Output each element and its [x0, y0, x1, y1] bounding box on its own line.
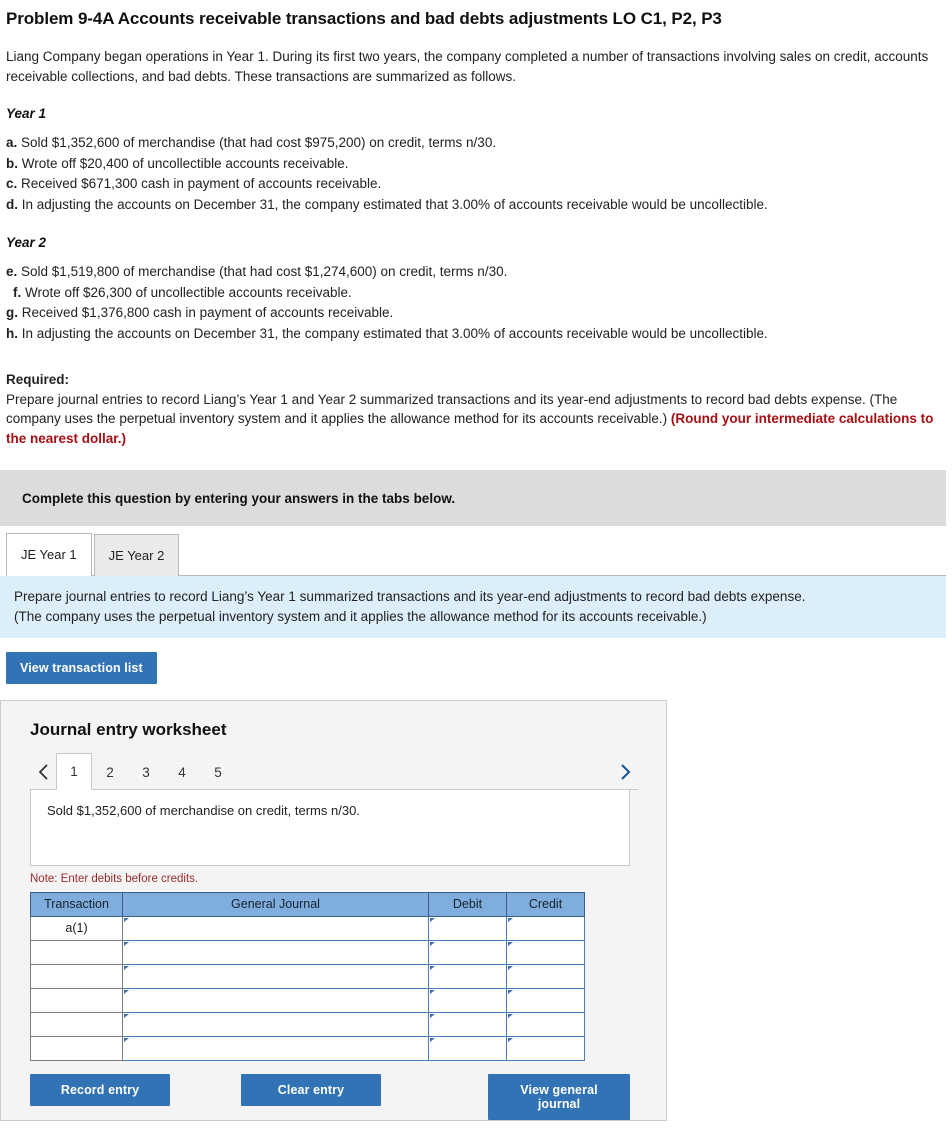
transaction-text-g: Received $1,376,800 cash in payment of a…: [21, 305, 394, 321]
transaction-item-d: d. In adjusting the accounts on December…: [6, 195, 946, 216]
cell-credit-6[interactable]: [506, 1035, 585, 1061]
transaction-item-h: h. In adjusting the accounts on December…: [6, 324, 946, 345]
transaction-label-h: h.: [6, 325, 18, 341]
required-section: Required: Prepare journal entries to rec…: [0, 344, 952, 448]
column-header-general-journal: General Journal: [122, 891, 429, 917]
clear-entry-button[interactable]: Clear entry: [241, 1073, 381, 1106]
column-header-credit: Credit: [506, 891, 585, 917]
cell-general-journal-1[interactable]: [122, 915, 429, 941]
instruction-banner: Complete this question by entering your …: [0, 470, 946, 527]
chevron-right-icon[interactable]: [612, 754, 638, 790]
worksheet-action-buttons: Record entry Clear entry View general jo…: [30, 1073, 630, 1120]
required-label: Required:: [6, 372, 70, 388]
answer-tabstrip: JE Year 1 JE Year 2: [6, 533, 952, 577]
cell-transaction-6[interactable]: [30, 1035, 123, 1061]
problem-intro: Liang Company began operations in Year 1…: [6, 48, 929, 84]
worksheet-note: Note: Enter debits before credits.: [30, 872, 199, 885]
cell-debit-3[interactable]: [428, 963, 507, 989]
tab-instruction-panel: Prepare journal entries to record Liang’…: [0, 576, 946, 638]
journal-entry-worksheet-panel: Journal entry worksheet 1 2 3 4 5 Sold $…: [0, 699, 667, 1121]
transaction-label-e: e.: [6, 264, 18, 280]
tab-instruction-line-2: (The company uses the perpetual inventor…: [14, 608, 707, 624]
cell-general-journal-6[interactable]: [122, 1035, 429, 1061]
transaction-text-f: Wrote off $26,300 of uncollectible accou…: [25, 284, 352, 300]
record-entry-button[interactable]: Record entry: [30, 1073, 170, 1106]
worksheet-page-1[interactable]: 1: [56, 752, 92, 790]
cell-credit-2[interactable]: [506, 939, 585, 965]
transaction-item-e: e. Sold $1,519,800 of merchandise (that …: [6, 262, 946, 283]
worksheet-page-4[interactable]: 4: [164, 756, 200, 790]
year-1-heading: Year 1: [6, 106, 47, 122]
table-row: [30, 939, 585, 965]
year-2-heading: Year 2: [6, 235, 47, 251]
transaction-label-c: c.: [6, 176, 18, 192]
cell-general-journal-4[interactable]: [122, 987, 429, 1013]
transaction-item-f: f. Wrote off $26,300 of uncollectible ac…: [6, 283, 946, 304]
worksheet-title: Journal entry worksheet: [30, 719, 227, 739]
transaction-text-b: Wrote off $20,400 of uncollectible accou…: [21, 155, 349, 171]
table-row: [30, 1035, 585, 1061]
cell-debit-4[interactable]: [428, 987, 507, 1013]
view-transaction-list-button[interactable]: View transaction list: [6, 651, 157, 684]
year-1-transaction-list: a. Sold $1,352,600 of merchandise (that …: [0, 121, 952, 215]
table-row: a(1): [30, 915, 585, 941]
transaction-item-g: g. Received $1,376,800 cash in payment o…: [6, 303, 946, 324]
worksheet-page-2[interactable]: 2: [92, 756, 128, 790]
cell-transaction-4[interactable]: [30, 987, 123, 1013]
cell-debit-5[interactable]: [428, 1011, 507, 1037]
transaction-text-h: In adjusting the accounts on December 31…: [21, 325, 768, 341]
column-header-debit: Debit: [428, 891, 507, 917]
tab-je-year-1-label: JE Year 1: [21, 547, 77, 563]
journal-entry-table: Transaction General Journal Debit Credit…: [30, 891, 585, 1061]
transaction-item-c: c. Received $671,300 cash in payment of …: [6, 174, 946, 195]
worksheet-description: Sold $1,352,600 of merchandise on credit…: [30, 789, 630, 866]
cell-transaction-1[interactable]: a(1): [30, 915, 123, 941]
cell-debit-1[interactable]: [428, 915, 507, 941]
worksheet-pager: 1 2 3 4 5: [30, 752, 638, 790]
cell-general-journal-5[interactable]: [122, 1011, 429, 1037]
tab-je-year-2-label: JE Year 2: [108, 548, 165, 564]
table-header-row: Transaction General Journal Debit Credit: [30, 891, 585, 917]
cell-credit-1[interactable]: [506, 915, 585, 941]
page-title: Problem 9-4A Accounts receivable transac…: [6, 9, 722, 28]
view-transaction-list-row: View transaction list: [0, 638, 952, 684]
cell-transaction-5[interactable]: [30, 1011, 123, 1037]
view-general-journal-button[interactable]: View general journal: [488, 1073, 630, 1120]
cell-general-journal-2[interactable]: [122, 939, 429, 965]
table-row: [30, 1011, 585, 1037]
cell-transaction-2[interactable]: [30, 939, 123, 965]
transaction-label-f: f.: [13, 284, 22, 300]
cell-credit-5[interactable]: [506, 1011, 585, 1037]
instruction-banner-text: Complete this question by entering your …: [22, 490, 456, 506]
table-row: [30, 963, 585, 989]
cell-credit-4[interactable]: [506, 987, 585, 1013]
tab-je-year-1[interactable]: JE Year 1: [6, 533, 92, 577]
cell-transaction-3[interactable]: [30, 963, 123, 989]
transaction-text-e: Sold $1,519,800 of merchandise (that had…: [21, 264, 508, 280]
year-2-transaction-list: e. Sold $1,519,800 of merchandise (that …: [0, 250, 952, 344]
transaction-text-d: In adjusting the accounts on December 31…: [21, 196, 768, 212]
cell-credit-3[interactable]: [506, 963, 585, 989]
chevron-left-icon[interactable]: [30, 754, 56, 790]
transaction-item-a: a. Sold $1,352,600 of merchandise (that …: [6, 133, 946, 154]
column-header-transaction: Transaction: [30, 891, 123, 917]
transaction-label-b: b.: [6, 155, 18, 171]
table-row: [30, 987, 585, 1013]
transaction-label-g: g.: [6, 305, 18, 321]
transaction-label-d: d.: [6, 196, 18, 212]
worksheet-page-3[interactable]: 3: [128, 756, 164, 790]
tab-je-year-2[interactable]: JE Year 2: [93, 534, 180, 577]
worksheet-page-5[interactable]: 5: [200, 756, 236, 790]
tab-instruction-line-1: Prepare journal entries to record Liang’…: [14, 589, 806, 605]
transaction-label-a: a.: [6, 135, 18, 151]
transaction-text-c: Received $671,300 cash in payment of acc…: [21, 176, 382, 192]
cell-debit-6[interactable]: [428, 1035, 507, 1061]
transaction-text-a: Sold $1,352,600 of merchandise (that had…: [21, 135, 497, 151]
cell-general-journal-3[interactable]: [122, 963, 429, 989]
transaction-item-b: b. Wrote off $20,400 of uncollectible ac…: [6, 154, 946, 175]
cell-debit-2[interactable]: [428, 939, 507, 965]
